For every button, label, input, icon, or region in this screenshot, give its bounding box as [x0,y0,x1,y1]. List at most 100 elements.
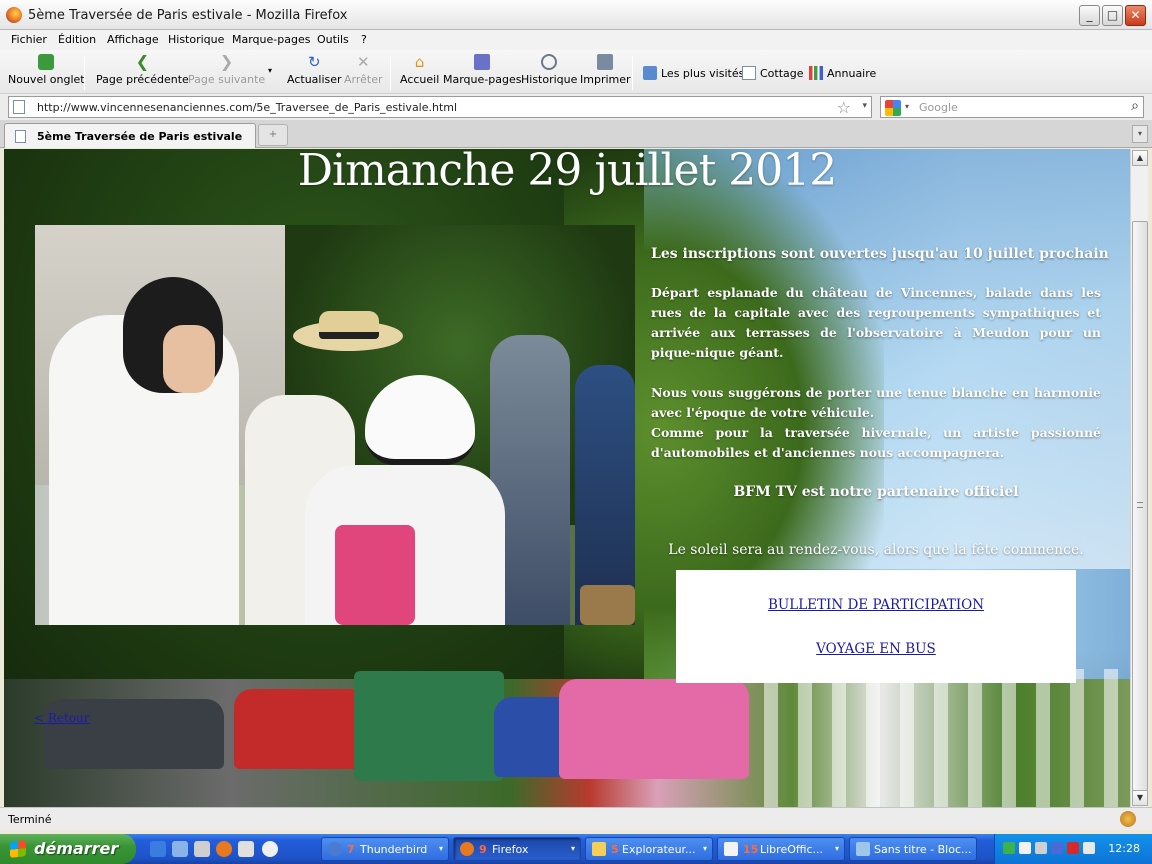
artist-paragraph: Comme pour la traversée hivernale, un ar… [651,425,1101,460]
menu-marque-pages[interactable]: Marque-pages [232,33,310,46]
player-icon[interactable] [262,841,278,857]
status-text: Terminé [8,813,52,826]
registration-notice: Les inscriptions sont ouvertes jusqu'au … [651,246,1109,262]
tray-app-icon[interactable] [1051,842,1063,854]
taskbar-libreoffice[interactable]: 15 LibreOffic... ▾ [717,837,845,861]
dress-paragraph: Nous vous suggérons de porter une tenue … [651,385,1101,420]
clock-icon [541,54,558,70]
scroll-down-icon[interactable]: ▼ [1132,790,1148,806]
search-icon[interactable]: ⌕ [1131,98,1139,114]
clock: 12:28 [1108,842,1140,855]
url-bar[interactable]: http://www.vincennesenanciennes.com/5e_T… [8,96,872,118]
engine-dropdown-icon[interactable]: ▾ [905,102,909,111]
addon-icon[interactable] [1120,811,1136,827]
forward-button[interactable]: ❯ Page suivante [188,52,265,87]
history-button[interactable]: Historique [521,54,577,86]
page-icon [742,66,756,80]
media-icon[interactable] [194,841,210,857]
taskbar-firefox[interactable]: 9 Firefox ▾ [453,837,581,861]
new-tab-plus-button[interactable]: + [258,124,288,146]
toolbar-separator [632,56,633,90]
forward-arrow-icon: ❯ [219,52,234,71]
bookmark-annuaire[interactable]: Annuaire [809,66,876,80]
toolbar-separator [390,56,391,90]
scroll-up-icon[interactable]: ▲ [1132,150,1148,166]
desktop-icon[interactable] [172,841,188,857]
close-button[interactable]: ✕ [1125,5,1146,26]
navigation-toolbar: Nouvel onglet ❮ Page précédente ❯ Page s… [0,50,1152,94]
tray-doc-icon[interactable] [1019,842,1031,854]
minimize-button[interactable]: _ [1079,5,1100,26]
tray-volume-icon[interactable] [1083,842,1095,854]
firefox-quicklaunch-icon[interactable] [216,841,232,857]
page-content: Dimanche 29 juillet 2012 Les inscription… [4,149,1130,807]
print-button[interactable]: Imprimer [580,54,631,86]
bookmark-most-visited[interactable]: Les plus visités [643,66,744,80]
stop-icon: ✕ [356,53,370,71]
partner-notice: BFM TV est notre partenaire officiel [733,484,1019,500]
status-bar: Terminé [0,807,1152,830]
page-headline: Dimanche 29 juillet 2012 [297,149,838,196]
back-arrow-icon: ❮ [135,52,150,71]
toolbar-separator [84,56,85,90]
google-icon[interactable] [885,100,901,116]
scroll-thumb[interactable] [1132,221,1148,791]
bookmarks-button[interactable]: Marque-pages [443,54,521,86]
ie-icon[interactable] [150,841,166,857]
star-bookmark-icon[interactable]: ☆ [837,98,851,117]
tab-label: 5ème Traversée de Paris estivale [37,130,243,143]
folder-icon [592,842,606,856]
thunderbird-icon [328,842,342,856]
page-icon [13,100,25,114]
new-tab-icon [38,54,55,70]
bars-icon [809,66,823,80]
tray-network-icon[interactable] [1003,842,1015,854]
links-box: BULLETIN DE PARTICIPATION VOYAGE EN BUS [676,570,1076,683]
history-dropdown-icon[interactable]: ▾ [268,66,272,75]
home-button[interactable]: ⌂ Accueil [400,54,439,86]
app-icon[interactable] [238,841,254,857]
firefox-logo-icon [6,7,22,23]
bulletin-participation-link[interactable]: BULLETIN DE PARTICIPATION [676,597,1076,613]
url-dropdown-icon[interactable]: ▾ [862,101,867,111]
tab-active[interactable]: 5ème Traversée de Paris estivale [4,123,256,148]
stop-button[interactable]: ✕ Arrêter [344,54,383,86]
firefox-icon [460,842,474,856]
notepad-icon [856,842,870,856]
bookmark-folder-icon [643,66,657,80]
url-text: http://www.vincennesenanciennes.com/5e_T… [37,101,458,114]
tray-display-icon[interactable] [1035,842,1047,854]
menu-historique[interactable]: Historique [168,33,224,46]
taskbar-thunderbird[interactable]: 7 Thunderbird ▾ [321,837,449,861]
bookmark-cottage[interactable]: Cottage [742,66,804,80]
start-button[interactable]: démarrer [0,834,136,864]
document-icon [724,842,738,856]
menu-edition[interactable]: Édition [58,33,96,46]
reload-button[interactable]: ↻ Actualiser [287,54,342,86]
windows-flag-icon [10,840,26,858]
system-tray: 12:28 [994,834,1152,864]
new-tab-button[interactable]: Nouvel onglet [8,54,85,86]
tray-antivirus-icon[interactable] [1067,842,1079,854]
vertical-scrollbar[interactable]: ▲ ▼ [1130,149,1148,807]
window-title: 5ème Traversée de Paris estivale - Mozil… [28,8,348,23]
taskbar-notepad[interactable]: Sans titre - Bloc... [849,837,977,861]
taskbar-explorer[interactable]: 5 Explorateur... ▾ [585,837,713,861]
voyage-en-bus-link[interactable]: VOYAGE EN BUS [676,641,1076,657]
menu-bar: Fichier Édition Affichage Historique Mar… [0,30,1152,50]
menu-help[interactable]: ? [361,33,367,46]
menu-affichage[interactable]: Affichage [107,33,159,46]
maximize-button[interactable]: □ [1102,5,1123,26]
printer-icon [597,54,614,70]
tab-bar: 5ème Traversée de Paris estivale + ▾ [0,120,1152,148]
search-bar[interactable]: ▾ Google ⌕ [880,96,1144,118]
menu-outils[interactable]: Outils [317,33,349,46]
search-placeholder: Google [919,101,958,114]
page-icon [15,130,26,143]
windows-taskbar: démarrer 7 Thunderbird ▾ 9 Firefox ▾ 5 E… [0,834,1152,864]
back-button[interactable]: ❮ Page précédente [96,52,189,87]
back-link[interactable]: < Retour [34,711,90,725]
tab-list-dropdown-icon[interactable]: ▾ [1132,125,1148,143]
event-description: Les inscriptions sont ouvertes jusqu'au … [651,246,1109,558]
menu-fichier[interactable]: Fichier [11,33,47,46]
